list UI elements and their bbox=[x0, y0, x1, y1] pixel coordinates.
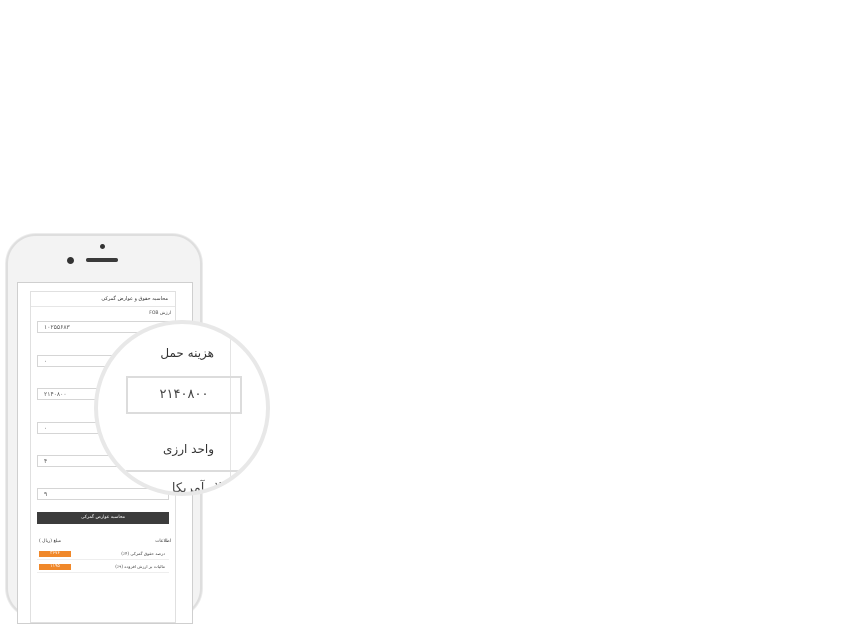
amount-badge: ۳۶۷۶ bbox=[39, 551, 71, 557]
magnifier-lens: هزینه حمل ۲۱۴۰۸۰۰ واحد ارزی دلار آمریکا bbox=[94, 320, 270, 496]
card-title: محاسبه حقوق و عوارض گمرکی bbox=[101, 296, 168, 302]
table-row: ۳۶۷۶ درصد حقوق گمرکی (۴٪) bbox=[37, 549, 169, 560]
column-header-amount: مبلغ (ریال ) bbox=[39, 539, 62, 544]
calculate-button[interactable]: محاسبه عوارض گمرکی bbox=[37, 512, 169, 524]
sensor-icon bbox=[67, 257, 74, 264]
table-row: ۱۱۹۵ مالیات بر ارزش افزوده (۹٪) bbox=[37, 562, 169, 573]
front-camera-icon bbox=[100, 244, 105, 249]
column-header-info: اطلاعات bbox=[155, 539, 171, 544]
amount-badge: ۱۱۹۵ bbox=[39, 564, 71, 570]
divider bbox=[31, 306, 175, 307]
value-label: ارزش FOB bbox=[149, 311, 171, 316]
zoom-shipping-label: هزینه حمل bbox=[160, 346, 214, 360]
row-description: درصد حقوق گمرکی (۴٪) bbox=[121, 551, 165, 556]
zoom-shipping-input: ۲۱۴۰۸۰۰ bbox=[126, 376, 242, 414]
speaker-icon bbox=[86, 258, 118, 262]
zoom-currency-label: واحد ارزی bbox=[163, 442, 214, 456]
